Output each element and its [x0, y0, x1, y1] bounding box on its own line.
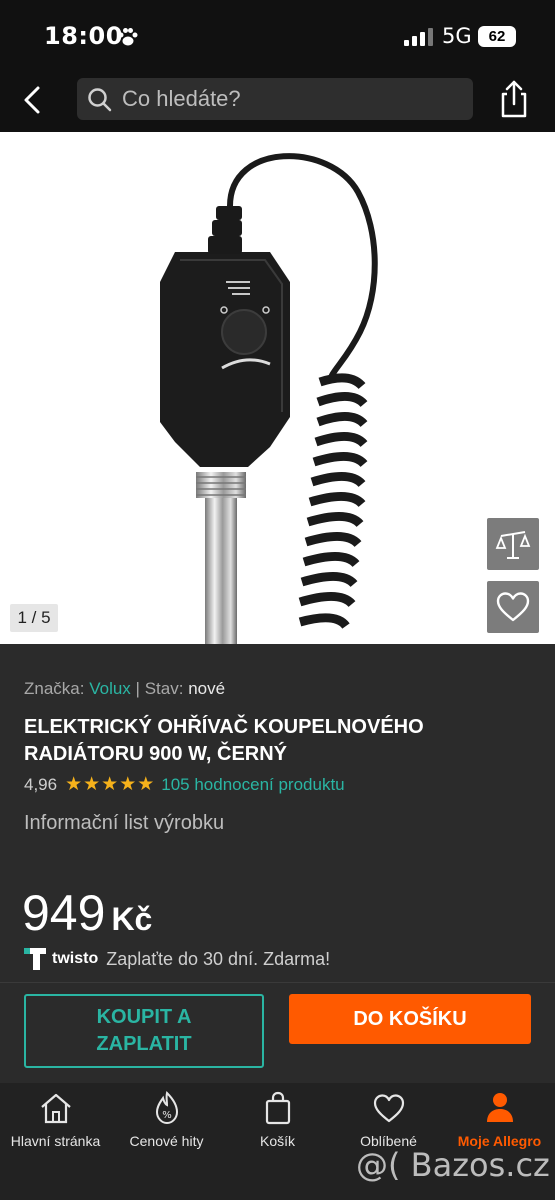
paw-icon [118, 28, 138, 46]
svg-text:%: % [162, 1110, 172, 1121]
price-tag-icon: % [155, 1091, 178, 1125]
price-currency: Kč [111, 901, 153, 937]
product-title: ELEKTRICKÝ OHŘÍVAČ KOUPELNOVÉHO RADIÁTOR… [24, 716, 424, 765]
home-icon [40, 1093, 71, 1124]
search-placeholder: Co hledáte? [122, 86, 241, 111]
tab-favorites[interactable]: Oblíbené [333, 1091, 444, 1149]
search-input[interactable]: Co hledáte? [77, 78, 473, 120]
twisto-name: twisto [52, 950, 99, 967]
network-type: 5G [442, 24, 472, 48]
back-arrow-icon[interactable] [18, 82, 48, 118]
user-icon [486, 1093, 513, 1122]
purchase-actions: KOUPIT A ZAPLATIT DO KOŠÍKU [0, 982, 555, 1083]
twisto-banner[interactable]: twisto Zaplaťte do 30 dní. Zdarma! [24, 948, 330, 970]
status-bar: 18:00 5G 62 [0, 0, 555, 72]
rating-row[interactable]: 4,96 ★★★★★ 105 hodnocení produktu [24, 773, 345, 796]
tab-price-hits[interactable]: % Cenové hity [111, 1091, 222, 1149]
signal-icon [404, 28, 433, 46]
scales-icon [495, 531, 531, 559]
tab-label: Košík [259, 1133, 295, 1149]
brand-link[interactable]: Volux [89, 679, 131, 698]
battery-indicator: 62 [478, 26, 516, 47]
product-info: Značka: Volux | Stav: nové ELEKTRICKÝ OH… [0, 644, 555, 982]
rating-value: 4,96 [24, 774, 58, 794]
star-rating-icon: ★★★★★ [65, 774, 156, 795]
search-icon [88, 88, 112, 112]
brand-label: Značka: [24, 679, 85, 698]
price: 949 Kč [22, 884, 152, 942]
condition-label: Stav: [144, 679, 184, 698]
twisto-text: Zaplaťte do 30 dní. Zdarma! [106, 948, 331, 969]
tab-label: Hlavní stránka [10, 1133, 101, 1149]
reviews-link[interactable]: 105 hodnocení produktu [161, 775, 344, 795]
product-image [160, 153, 378, 644]
twisto-logo-icon [24, 948, 46, 970]
price-value: 949 [22, 885, 106, 941]
product-meta: Značka: Volux | Stav: nové [24, 679, 225, 699]
compare-button[interactable] [487, 518, 539, 570]
share-icon[interactable] [496, 78, 532, 120]
watermark: @( Bazos.cz [356, 1146, 550, 1184]
bag-icon [265, 1091, 290, 1125]
tab-label: Cenové hity [129, 1133, 204, 1149]
buy-now-button[interactable]: KOUPIT A ZAPLATIT [24, 994, 264, 1068]
top-bar: Co hledáte? [0, 72, 555, 132]
favorite-button[interactable] [487, 581, 539, 633]
condition-value: nové [188, 679, 226, 698]
heart-outline-icon [496, 592, 530, 622]
heart-icon [373, 1094, 404, 1123]
clock: 18:00 [44, 22, 123, 50]
tab-cart[interactable]: Košík [222, 1091, 333, 1149]
add-to-cart-button[interactable]: DO KOŠÍKU [289, 994, 531, 1044]
image-counter: 1 / 5 [10, 604, 58, 632]
info-sheet-link[interactable]: Informační list výrobku [24, 812, 224, 835]
tab-my-allegro[interactable]: Moje Allegro [444, 1091, 555, 1149]
meta-separator: | [135, 679, 140, 698]
tab-home[interactable]: Hlavní stránka [0, 1091, 111, 1149]
product-image-gallery[interactable]: 1 / 5 [0, 132, 555, 644]
